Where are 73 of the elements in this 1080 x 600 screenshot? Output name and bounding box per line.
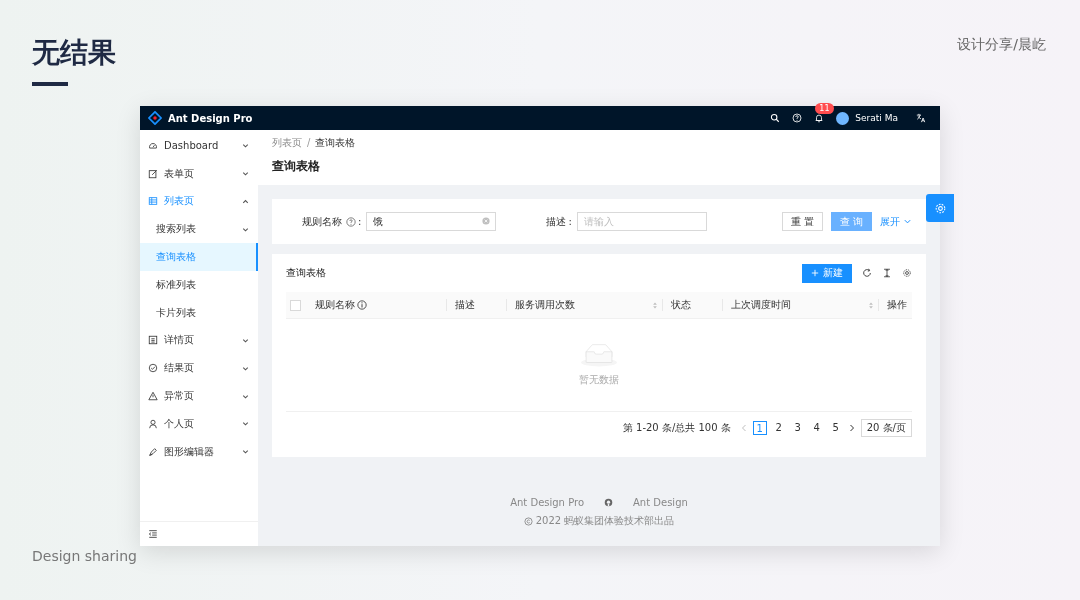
column-header: 状态	[671, 298, 691, 312]
avatar[interactable]	[836, 111, 850, 125]
breadcrumb-separator: /	[307, 136, 311, 150]
chevron-icon	[241, 197, 250, 206]
page-title: 查询表格	[272, 158, 321, 175]
dashboard-icon	[148, 140, 158, 151]
user-icon	[148, 418, 158, 429]
settings-icon[interactable]	[902, 268, 912, 278]
menu-fold-icon[interactable]	[148, 529, 158, 539]
github-icon[interactable]	[604, 498, 613, 507]
gear-icon	[933, 201, 947, 215]
page-size-select[interactable]: 20 条/页	[860, 419, 912, 437]
table-title: 查询表格	[286, 266, 326, 280]
empty-text: 暂无数据	[579, 372, 619, 387]
page-button[interactable]: 2	[771, 421, 786, 435]
field-label: 描述	[546, 214, 567, 229]
menu-item[interactable]: 异常页	[140, 382, 258, 410]
chevron-icon	[241, 141, 250, 151]
submenu-item[interactable]: 搜索列表	[140, 215, 258, 244]
field-label: 规则名称	[302, 214, 342, 229]
column-header: 服务调用次数	[515, 298, 575, 312]
menu-item[interactable]: 详情页	[140, 326, 258, 355]
chevron-icon	[241, 169, 250, 179]
column-header: 规则名称	[315, 298, 355, 312]
plus-icon	[811, 269, 819, 277]
check-circle-icon	[148, 363, 158, 374]
page-button[interactable]: 3	[790, 421, 805, 435]
next-page-icon[interactable]	[847, 423, 856, 433]
column-height-icon[interactable]	[882, 268, 892, 278]
column-header: 操作	[887, 298, 907, 312]
bell-icon[interactable]	[814, 113, 825, 123]
empty-inbox-icon	[581, 343, 617, 367]
input-field[interactable]: 饿	[366, 212, 497, 231]
menu-item[interactable]: 表单页	[140, 159, 258, 188]
notification-badge: 11	[815, 103, 834, 114]
chevron-icon	[903, 217, 912, 226]
colon-text: :	[358, 216, 362, 227]
menu-item[interactable]: 图形编辑器	[140, 437, 258, 466]
column-header: 描述	[455, 298, 475, 312]
colon-text: :	[568, 216, 572, 227]
logo-text: Ant Design Pro	[168, 112, 253, 124]
column-header: 上次调度时间	[731, 298, 791, 312]
pagination-summary: 第 1-20 条/总共 100 条	[622, 421, 731, 435]
submenu-item[interactable]: 卡片列表	[140, 298, 258, 327]
copyright-icon	[523, 516, 533, 526]
chevron-icon	[241, 419, 250, 429]
menu-item[interactable]: Dashboard	[140, 132, 258, 160]
warning-icon	[148, 391, 158, 402]
page-button[interactable]: 5	[828, 421, 843, 435]
profile-icon	[148, 335, 158, 346]
breadcrumb-item: 查询表格	[315, 136, 356, 150]
user-name[interactable]: Serati Ma	[855, 113, 898, 123]
reset-button[interactable]: 重 置	[781, 212, 823, 231]
form-icon	[148, 168, 158, 179]
page-button[interactable]: 4	[809, 421, 824, 435]
slide-footer: Design sharing	[32, 548, 137, 564]
table-icon	[148, 196, 158, 207]
menu-item[interactable]: 结果页	[140, 354, 258, 383]
copyright-text: 2022 蚂蚁集团体验技术部出品	[535, 514, 675, 528]
logo-icon	[148, 111, 162, 125]
menu-item[interactable]: 个人页	[140, 409, 258, 438]
slide-title: 无结果	[32, 36, 116, 70]
search-icon[interactable]	[770, 113, 781, 123]
brand-text: 设计分享/晨屹	[957, 36, 1046, 54]
submenu-item[interactable]: 标准列表	[140, 271, 258, 299]
checkbox[interactable]	[290, 299, 301, 311]
pen-icon	[148, 446, 158, 457]
reload-icon[interactable]	[862, 268, 872, 278]
chevron-icon	[241, 447, 250, 457]
breadcrumb-item[interactable]: 列表页	[272, 136, 302, 150]
info-icon	[357, 300, 367, 310]
translate-icon[interactable]	[916, 113, 926, 123]
help-icon[interactable]	[792, 113, 803, 123]
